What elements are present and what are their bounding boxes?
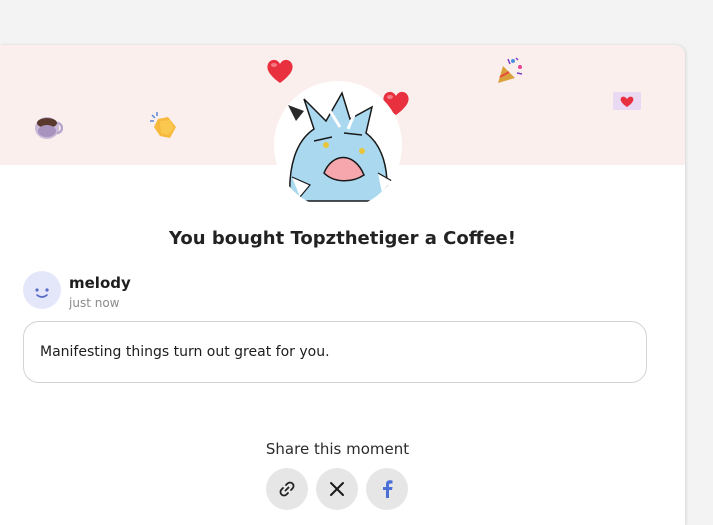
link-icon [279, 481, 295, 497]
copy-link-button[interactable] [266, 468, 308, 510]
facebook-icon [383, 480, 393, 498]
creator-avatar [274, 81, 402, 209]
share-x-button[interactable] [316, 468, 358, 510]
share-facebook-button[interactable] [366, 468, 408, 510]
love-letter-icon [613, 92, 641, 110]
clapping-hands-icon [150, 112, 176, 138]
x-logo-icon [330, 482, 344, 496]
message-timestamp: just now [69, 296, 120, 310]
supporter-avatar [23, 271, 61, 309]
purchase-confirmation-title: You bought Topzthetiger a Coffee! [169, 228, 516, 249]
purchase-success-card: You bought Topzthetiger a Coffee! melody… [0, 45, 685, 525]
supporter-name: melody [69, 274, 131, 292]
party-popper-icon [498, 57, 523, 83]
coffee-icon [35, 117, 63, 139]
share-label: Share this moment [265, 440, 410, 458]
supporter-message-box: Manifesting things turn out great for yo… [23, 321, 647, 383]
heart-icon [267, 59, 293, 83]
supporter-message: Manifesting things turn out great for yo… [40, 344, 330, 360]
